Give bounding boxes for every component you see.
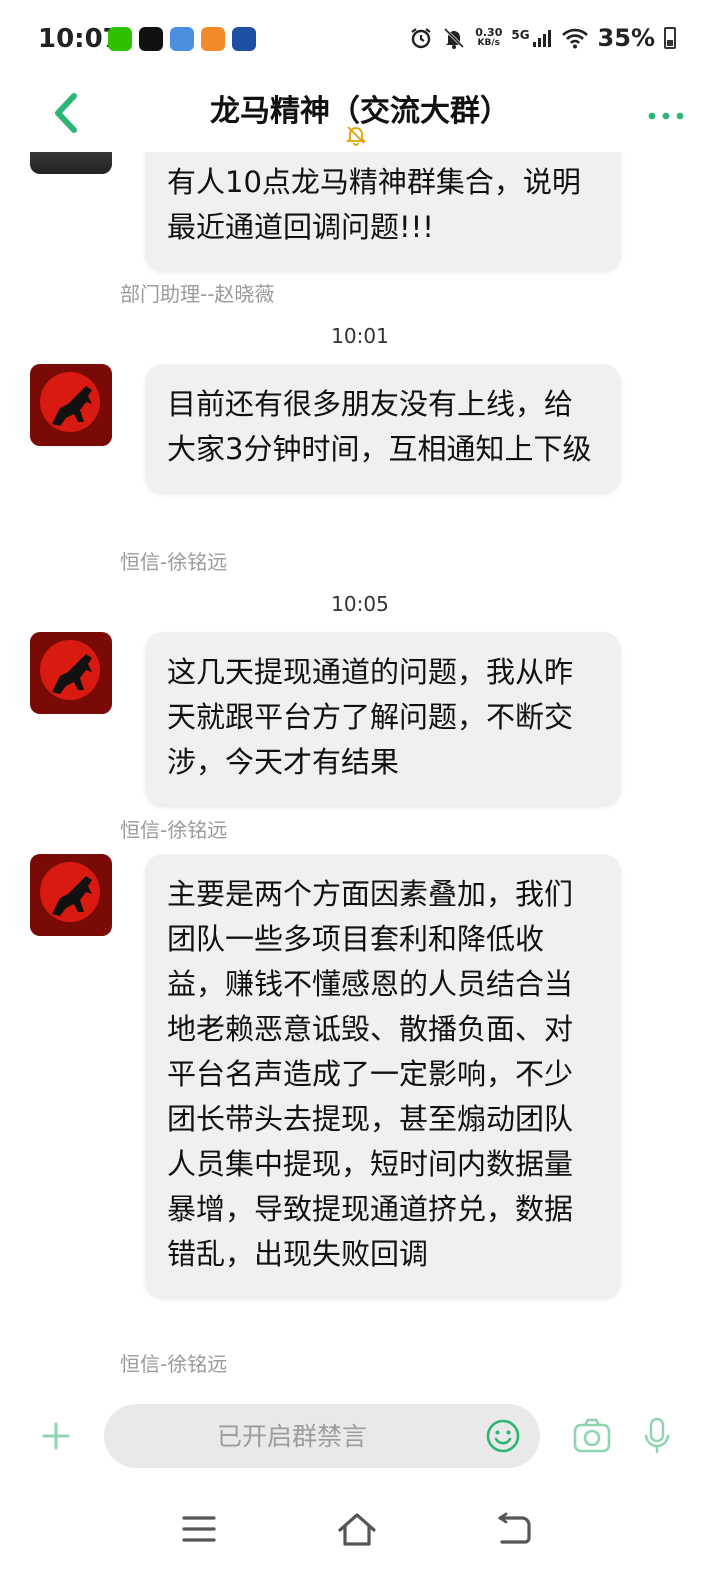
network-speed: 0.30 KB/s	[475, 27, 502, 49]
message-bubble[interactable]: 主要是两个方面因素叠加，我们团队一些多项目套利和降低收益，赚钱不懂感恩的人员结合…	[145, 854, 621, 1297]
wechat-app-icon	[108, 27, 132, 51]
recent-apps-button[interactable]	[182, 1514, 216, 1544]
timestamp: 10:01	[331, 324, 389, 348]
sender-name: 恒信-徐铭远	[120, 1352, 228, 1376]
battery-level: 35%	[597, 24, 655, 52]
network-speed-unit: KB/s	[477, 38, 501, 48]
emoji-button[interactable]	[485, 1418, 521, 1454]
avatar[interactable]	[30, 364, 112, 446]
wifi-icon	[561, 28, 588, 49]
avatar[interactable]	[30, 854, 112, 936]
back-nav-button[interactable]	[496, 1512, 532, 1546]
message-bubble[interactable]: 有人10点龙马精神群集合，说明最近通道回调问题!!!	[145, 152, 621, 270]
horse-logo-icon	[30, 854, 112, 936]
system-nav-bar	[0, 1488, 720, 1584]
message-bubble[interactable]: 这几天提现通道的问题，我从昨天就跟平台方了解问题，不断交涉，今天才有结果	[145, 632, 621, 805]
message-text: 主要是两个方面因素叠加，我们团队一些多项目套利和降低收益，赚钱不懂感恩的人员结合…	[167, 877, 574, 1271]
battery-icon	[664, 27, 676, 49]
timestamp: 10:05	[331, 592, 389, 616]
sender-name: 恒信-徐铭远	[120, 818, 228, 842]
signal-indicator: 5G	[511, 28, 551, 48]
network-speed-value: 0.30	[475, 26, 503, 39]
cloud-app-icon	[170, 27, 194, 51]
do-not-disturb-icon	[444, 27, 465, 49]
status-bar: 10:07 0.30 KB/s 5G 35%	[0, 0, 720, 80]
input-bar	[0, 1398, 720, 1488]
avatar[interactable]	[30, 152, 112, 174]
horse-logo-icon	[30, 364, 112, 446]
more-options-button[interactable]	[646, 104, 686, 128]
message-list[interactable]: 有人10点龙马精神群集合，说明最近通道回调问题!!! 部门助理--赵晓薇 10:…	[0, 152, 720, 1398]
chat-header: 龙马精神（交流大群）	[0, 80, 720, 152]
microphone-button[interactable]	[644, 1416, 670, 1456]
message-text: 这几天提现通道的问题，我从昨天就跟平台方了解问题，不断交涉，今天才有结果	[167, 655, 574, 779]
message-text: 目前还有很多朋友没有上线，给大家3分钟时间，互相通知上下级	[167, 387, 592, 466]
cell-signal-icon	[532, 30, 551, 47]
message-bubble[interactable]: 目前还有很多朋友没有上线，给大家3分钟时间，互相通知上下级	[145, 364, 621, 492]
message-text: 有人10点龙马精神群集合，说明最近通道回调问题!!!	[167, 165, 581, 244]
home-button[interactable]	[336, 1510, 378, 1548]
network-type: 5G	[511, 28, 530, 42]
camera-button[interactable]	[572, 1416, 612, 1456]
horse-logo-icon	[30, 632, 112, 714]
browser-app-icon	[232, 27, 256, 51]
avatar[interactable]	[30, 632, 112, 714]
sender-name: 恒信-徐铭远	[120, 550, 228, 574]
sender-name: 部门助理--赵晓薇	[120, 282, 275, 306]
tiktok-app-icon	[139, 27, 163, 51]
status-indicators: 0.30 KB/s 5G 35%	[409, 24, 676, 52]
plus-button[interactable]	[40, 1420, 72, 1452]
shopping-app-icon	[201, 27, 225, 51]
message-input[interactable]	[104, 1404, 540, 1468]
notification-icons	[108, 27, 256, 51]
alarm-icon	[411, 28, 431, 49]
mute-notifications-icon	[345, 126, 367, 146]
